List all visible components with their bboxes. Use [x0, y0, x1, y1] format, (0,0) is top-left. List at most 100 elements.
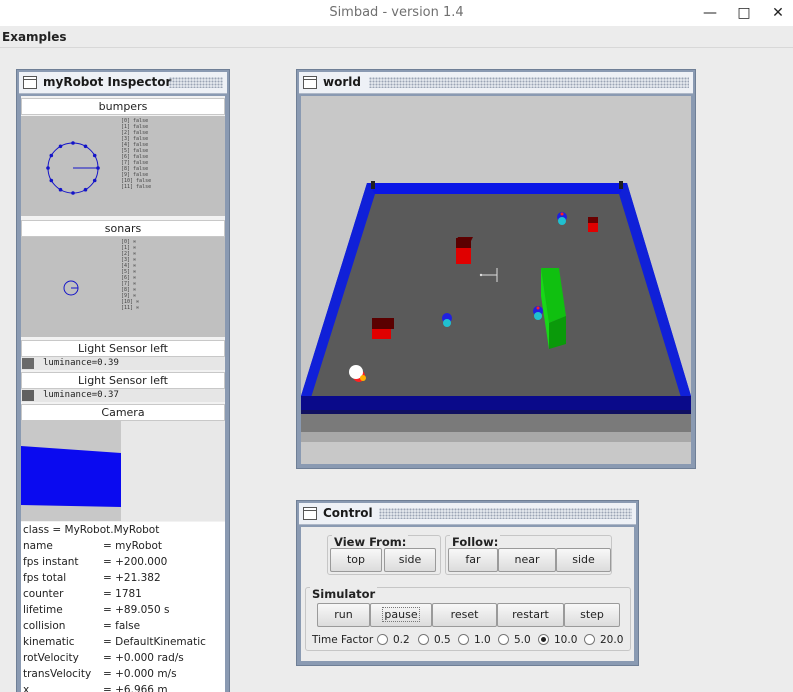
- luminance-swatch: [22, 358, 34, 369]
- world-titlebar[interactable]: world: [299, 72, 693, 94]
- control-title: Control: [323, 506, 373, 520]
- property-value: = +21.382: [103, 572, 161, 584]
- property-value: = +0.000 rad/s: [103, 652, 184, 664]
- time-factor-0.5[interactable]: 0.5: [418, 634, 451, 648]
- time-factor-10.0[interactable]: 10.0: [538, 634, 577, 648]
- time-factor-value: 10.0: [554, 634, 578, 646]
- control-titlebar[interactable]: Control: [299, 503, 636, 525]
- view-from-label: View From:: [332, 535, 409, 549]
- follow-far-button[interactable]: far: [448, 548, 498, 572]
- property-key: name: [23, 540, 53, 552]
- property-key: transVelocity: [23, 668, 92, 680]
- property-value: = myRobot: [103, 540, 163, 552]
- control-frame: Control View From: top side Follow: far …: [296, 500, 639, 666]
- property-key: rotVelocity: [23, 652, 79, 664]
- radio-icon: [377, 634, 388, 645]
- run-button[interactable]: run: [317, 603, 370, 627]
- radio-icon: [418, 634, 429, 645]
- inspector-titlebar[interactable]: myRobot Inspector: [19, 72, 227, 94]
- view-side-button[interactable]: side: [384, 548, 436, 572]
- radio-icon: [584, 634, 595, 645]
- drag-grip[interactable]: [379, 508, 632, 519]
- sonars-title: sonars: [21, 220, 225, 237]
- time-factor-0.2[interactable]: 0.2: [377, 634, 410, 648]
- bumpers-panel: [0] false [1] false [2] false [3] false [4] …: [21, 116, 225, 216]
- property-key: counter: [23, 588, 64, 600]
- property-value: = +6.966 m: [103, 684, 168, 692]
- sensor-value-line: [11] ∞: [121, 305, 140, 311]
- view-top-button[interactable]: top: [330, 548, 382, 572]
- world-frame: world: [296, 69, 696, 469]
- light-sensor-left-reading-2: luminance=0.37: [21, 389, 225, 402]
- world-3d-view[interactable]: [301, 96, 691, 464]
- luminance-swatch: [22, 390, 34, 401]
- frame-icon: [23, 76, 37, 89]
- control-body: View From: top side Follow: far near sid…: [301, 527, 634, 661]
- property-value: = +200.000: [103, 556, 168, 568]
- radio-selected-icon: [538, 634, 549, 645]
- camera-view: [21, 421, 121, 521]
- simulator-label: Simulator: [310, 587, 378, 601]
- property-value: = DefaultKinematic: [103, 636, 206, 648]
- inspector-title: myRobot Inspector: [43, 75, 172, 89]
- menu-examples[interactable]: Examples: [2, 30, 67, 44]
- radio-icon: [498, 634, 509, 645]
- bumpers-title: bumpers: [21, 98, 225, 115]
- sonars-panel: [0] ∞ [1] ∞ [2] ∞ [3] ∞ [4] ∞ [5] ∞ [6] ∞ [7] ∞…: [21, 237, 225, 337]
- drag-grip[interactable]: [369, 77, 689, 88]
- time-factor-value: 0.2: [393, 634, 410, 646]
- sonars-diagram: [63, 280, 79, 296]
- property-key: kinematic: [23, 636, 75, 648]
- property-value: = false: [103, 620, 141, 632]
- property-key: fps instant: [23, 556, 79, 568]
- frame-icon: [303, 76, 317, 89]
- minimize-icon[interactable]: —: [697, 3, 723, 23]
- property-value: = +0.000 m/s: [103, 668, 177, 680]
- time-factor-20.0[interactable]: 20.0: [584, 634, 623, 648]
- menu-bar: Examples: [0, 27, 793, 48]
- bumpers-diagram: [46, 141, 100, 195]
- property-value: = +89.050 s: [103, 604, 170, 616]
- pause-label: pause: [382, 607, 420, 622]
- time-factor-value: 0.5: [434, 634, 451, 646]
- follow-side-button[interactable]: side: [556, 548, 611, 572]
- luminance-value: luminance=0.39: [43, 358, 119, 368]
- time-factor-label: Time Factor: [312, 634, 374, 646]
- follow-label: Follow:: [450, 535, 501, 549]
- light-sensor-left-title-2: Light Sensor left: [21, 372, 225, 389]
- step-button[interactable]: step: [564, 603, 620, 627]
- property-key: x: [23, 684, 30, 692]
- world-title: world: [323, 75, 361, 89]
- frame-icon: [303, 507, 317, 520]
- sonars-values: [0] ∞ [1] ∞ [2] ∞ [3] ∞ [4] ∞ [5] ∞ [6] ∞ [7] ∞…: [121, 239, 139, 311]
- luminance-value: luminance=0.37: [43, 390, 119, 400]
- reset-button[interactable]: reset: [432, 603, 497, 627]
- bumpers-values: [0] false [1] false [2] false [3] false [4] …: [121, 118, 151, 190]
- drag-grip[interactable]: [169, 77, 223, 88]
- inspector-body: bumpers [0] false [1] false [2] false [3] f…: [21, 96, 225, 692]
- robot-properties: class = MyRobot.MyRobot name = myRobot fps…: [21, 522, 225, 692]
- time-factor-5.0[interactable]: 5.0: [498, 634, 531, 648]
- property-value: = 1781: [103, 588, 142, 600]
- simulator-group: Simulator run pause reset restart step T…: [305, 587, 631, 651]
- radio-icon: [458, 634, 469, 645]
- time-factor-value: 5.0: [514, 634, 531, 646]
- window-title: Simbad - version 1.4: [329, 5, 464, 20]
- pause-button[interactable]: pause: [370, 603, 432, 627]
- camera-panel: [21, 421, 225, 521]
- world-body: [301, 96, 691, 464]
- maximize-icon[interactable]: □: [731, 3, 757, 23]
- follow-group: Follow: far near side: [445, 535, 612, 575]
- follow-near-button[interactable]: near: [498, 548, 556, 572]
- camera-title: Camera: [21, 404, 225, 421]
- light-sensor-left-reading: luminance=0.39: [21, 357, 225, 370]
- time-factor-1.0[interactable]: 1.0: [458, 634, 491, 648]
- property-key: lifetime: [23, 604, 63, 616]
- property-key: collision: [23, 620, 66, 632]
- window-titlebar: Simbad - version 1.4 — □ ✕: [0, 0, 793, 26]
- time-factor-value: 1.0: [474, 634, 491, 646]
- close-icon[interactable]: ✕: [765, 3, 791, 23]
- view-from-group: View From: top side: [327, 535, 441, 575]
- time-factor-row: Time Factor 0.2 0.5 1.0 5.0 10.0 20.0: [312, 634, 626, 648]
- restart-button[interactable]: restart: [497, 603, 564, 627]
